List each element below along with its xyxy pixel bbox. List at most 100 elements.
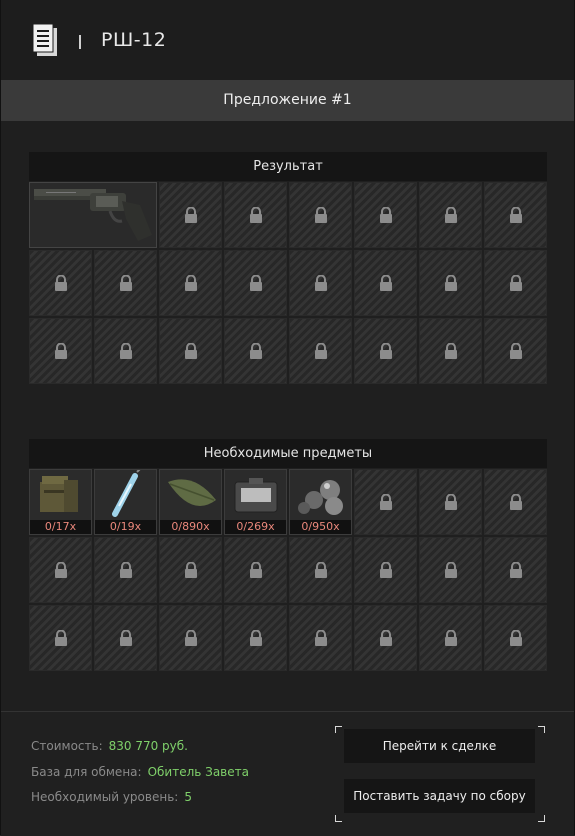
lock-icon xyxy=(314,562,328,578)
locked-slot xyxy=(289,318,352,384)
locked-slot xyxy=(354,318,417,384)
lock-icon xyxy=(314,343,328,359)
locked-slot xyxy=(224,537,287,603)
lock-icon xyxy=(379,207,393,223)
lock-icon xyxy=(119,630,133,646)
lock-icon xyxy=(379,630,393,646)
header: РШ-12 xyxy=(1,0,574,80)
lock-icon xyxy=(184,275,198,291)
result-section-title: Результат xyxy=(29,152,547,181)
lock-icon xyxy=(249,275,263,291)
syringe-icon xyxy=(112,467,142,517)
locked-slot xyxy=(29,250,92,316)
tablet-case-icon xyxy=(234,478,278,513)
set-gathering-task-button[interactable]: Поставить задачу по сбору xyxy=(344,779,535,813)
locked-slot xyxy=(484,605,547,671)
go-to-deal-button[interactable]: Перейти к сделке xyxy=(344,729,535,763)
lock-icon xyxy=(509,343,523,359)
lock-icon xyxy=(444,562,458,578)
required-item[interactable]: 0/890x xyxy=(159,469,222,535)
lock-icon xyxy=(444,275,458,291)
lock-icon xyxy=(184,207,198,223)
revolver-icon xyxy=(34,189,152,241)
item-count: 0/890x xyxy=(160,520,221,534)
lock-icon xyxy=(54,343,68,359)
title-separator xyxy=(79,35,81,49)
locked-slot xyxy=(419,318,482,384)
required-grid: 0/17x 0/19x 0/890x 0/269x 0/950x xyxy=(29,467,547,674)
locked-slot xyxy=(224,250,287,316)
lock-icon xyxy=(379,343,393,359)
locked-slot xyxy=(94,537,157,603)
lock-icon xyxy=(379,562,393,578)
lock-icon xyxy=(54,630,68,646)
offer-tab[interactable]: Предложение #1 xyxy=(1,80,574,121)
lock-icon xyxy=(379,494,393,510)
required-item[interactable]: 0/950x xyxy=(289,469,352,535)
locked-slot xyxy=(354,182,417,248)
base-value: Обитель Завета xyxy=(147,765,249,779)
lock-icon xyxy=(54,275,68,291)
footer: Стоимость: 830 770 руб. База для обмена: О… xyxy=(1,711,574,836)
locked-slot xyxy=(484,250,547,316)
lock-icon xyxy=(509,562,523,578)
result-grid xyxy=(29,182,547,387)
lock-icon xyxy=(119,562,133,578)
lock-icon xyxy=(509,630,523,646)
content-area: Результат Необходимые предметы 0/17x 0/1… xyxy=(1,121,574,711)
locked-slot xyxy=(159,182,222,248)
level-value: 5 xyxy=(184,790,192,804)
lock-icon xyxy=(509,275,523,291)
button-frame-corner xyxy=(538,815,545,822)
locked-slot xyxy=(94,605,157,671)
locked-slot xyxy=(29,605,92,671)
page-title: РШ-12 xyxy=(101,29,167,51)
locked-slot xyxy=(224,605,287,671)
lock-icon xyxy=(119,275,133,291)
lock-icon xyxy=(444,494,458,510)
required-item[interactable]: 0/17x xyxy=(29,469,92,535)
lock-icon xyxy=(314,207,328,223)
locked-slot xyxy=(419,605,482,671)
locked-slot xyxy=(354,469,417,535)
locked-slot xyxy=(354,537,417,603)
locked-slot xyxy=(224,318,287,384)
button-frame-corner xyxy=(335,726,342,733)
lock-icon xyxy=(509,494,523,510)
locked-slot xyxy=(94,250,157,316)
item-count: 0/17x xyxy=(30,520,91,534)
lock-icon xyxy=(119,343,133,359)
leaf-icon xyxy=(168,479,216,506)
locked-slot xyxy=(419,469,482,535)
item-count: 0/19x xyxy=(95,520,156,534)
base-label: База для обмена: xyxy=(31,765,142,779)
lock-icon xyxy=(509,207,523,223)
crafting-panel: РШ-12 Предложение #1 Результат Необходим… xyxy=(0,0,575,836)
lock-icon xyxy=(249,343,263,359)
lock-icon xyxy=(444,343,458,359)
lock-icon xyxy=(184,343,198,359)
cost-label: Стоимость: xyxy=(31,739,103,753)
locked-slot xyxy=(289,537,352,603)
document-icon xyxy=(31,22,59,58)
required-item[interactable]: 0/19x xyxy=(94,467,157,535)
locked-slot xyxy=(159,250,222,316)
lock-icon xyxy=(379,275,393,291)
lock-icon xyxy=(184,630,198,646)
locked-slot xyxy=(484,182,547,248)
cost-value: 830 770 руб. xyxy=(108,739,188,753)
locked-slot xyxy=(159,318,222,384)
locked-slot xyxy=(289,605,352,671)
locked-slot xyxy=(419,182,482,248)
locked-slot xyxy=(419,537,482,603)
lock-icon xyxy=(249,562,263,578)
ammo-box-icon xyxy=(40,476,78,512)
item-count: 0/269x xyxy=(225,520,286,534)
required-item[interactable]: 0/269x xyxy=(224,469,287,535)
locked-slot xyxy=(159,605,222,671)
lock-icon xyxy=(54,562,68,578)
result-item[interactable] xyxy=(29,182,157,248)
spheres-icon xyxy=(298,480,343,515)
lock-icon xyxy=(314,630,328,646)
item-count: 0/950x xyxy=(290,520,351,534)
